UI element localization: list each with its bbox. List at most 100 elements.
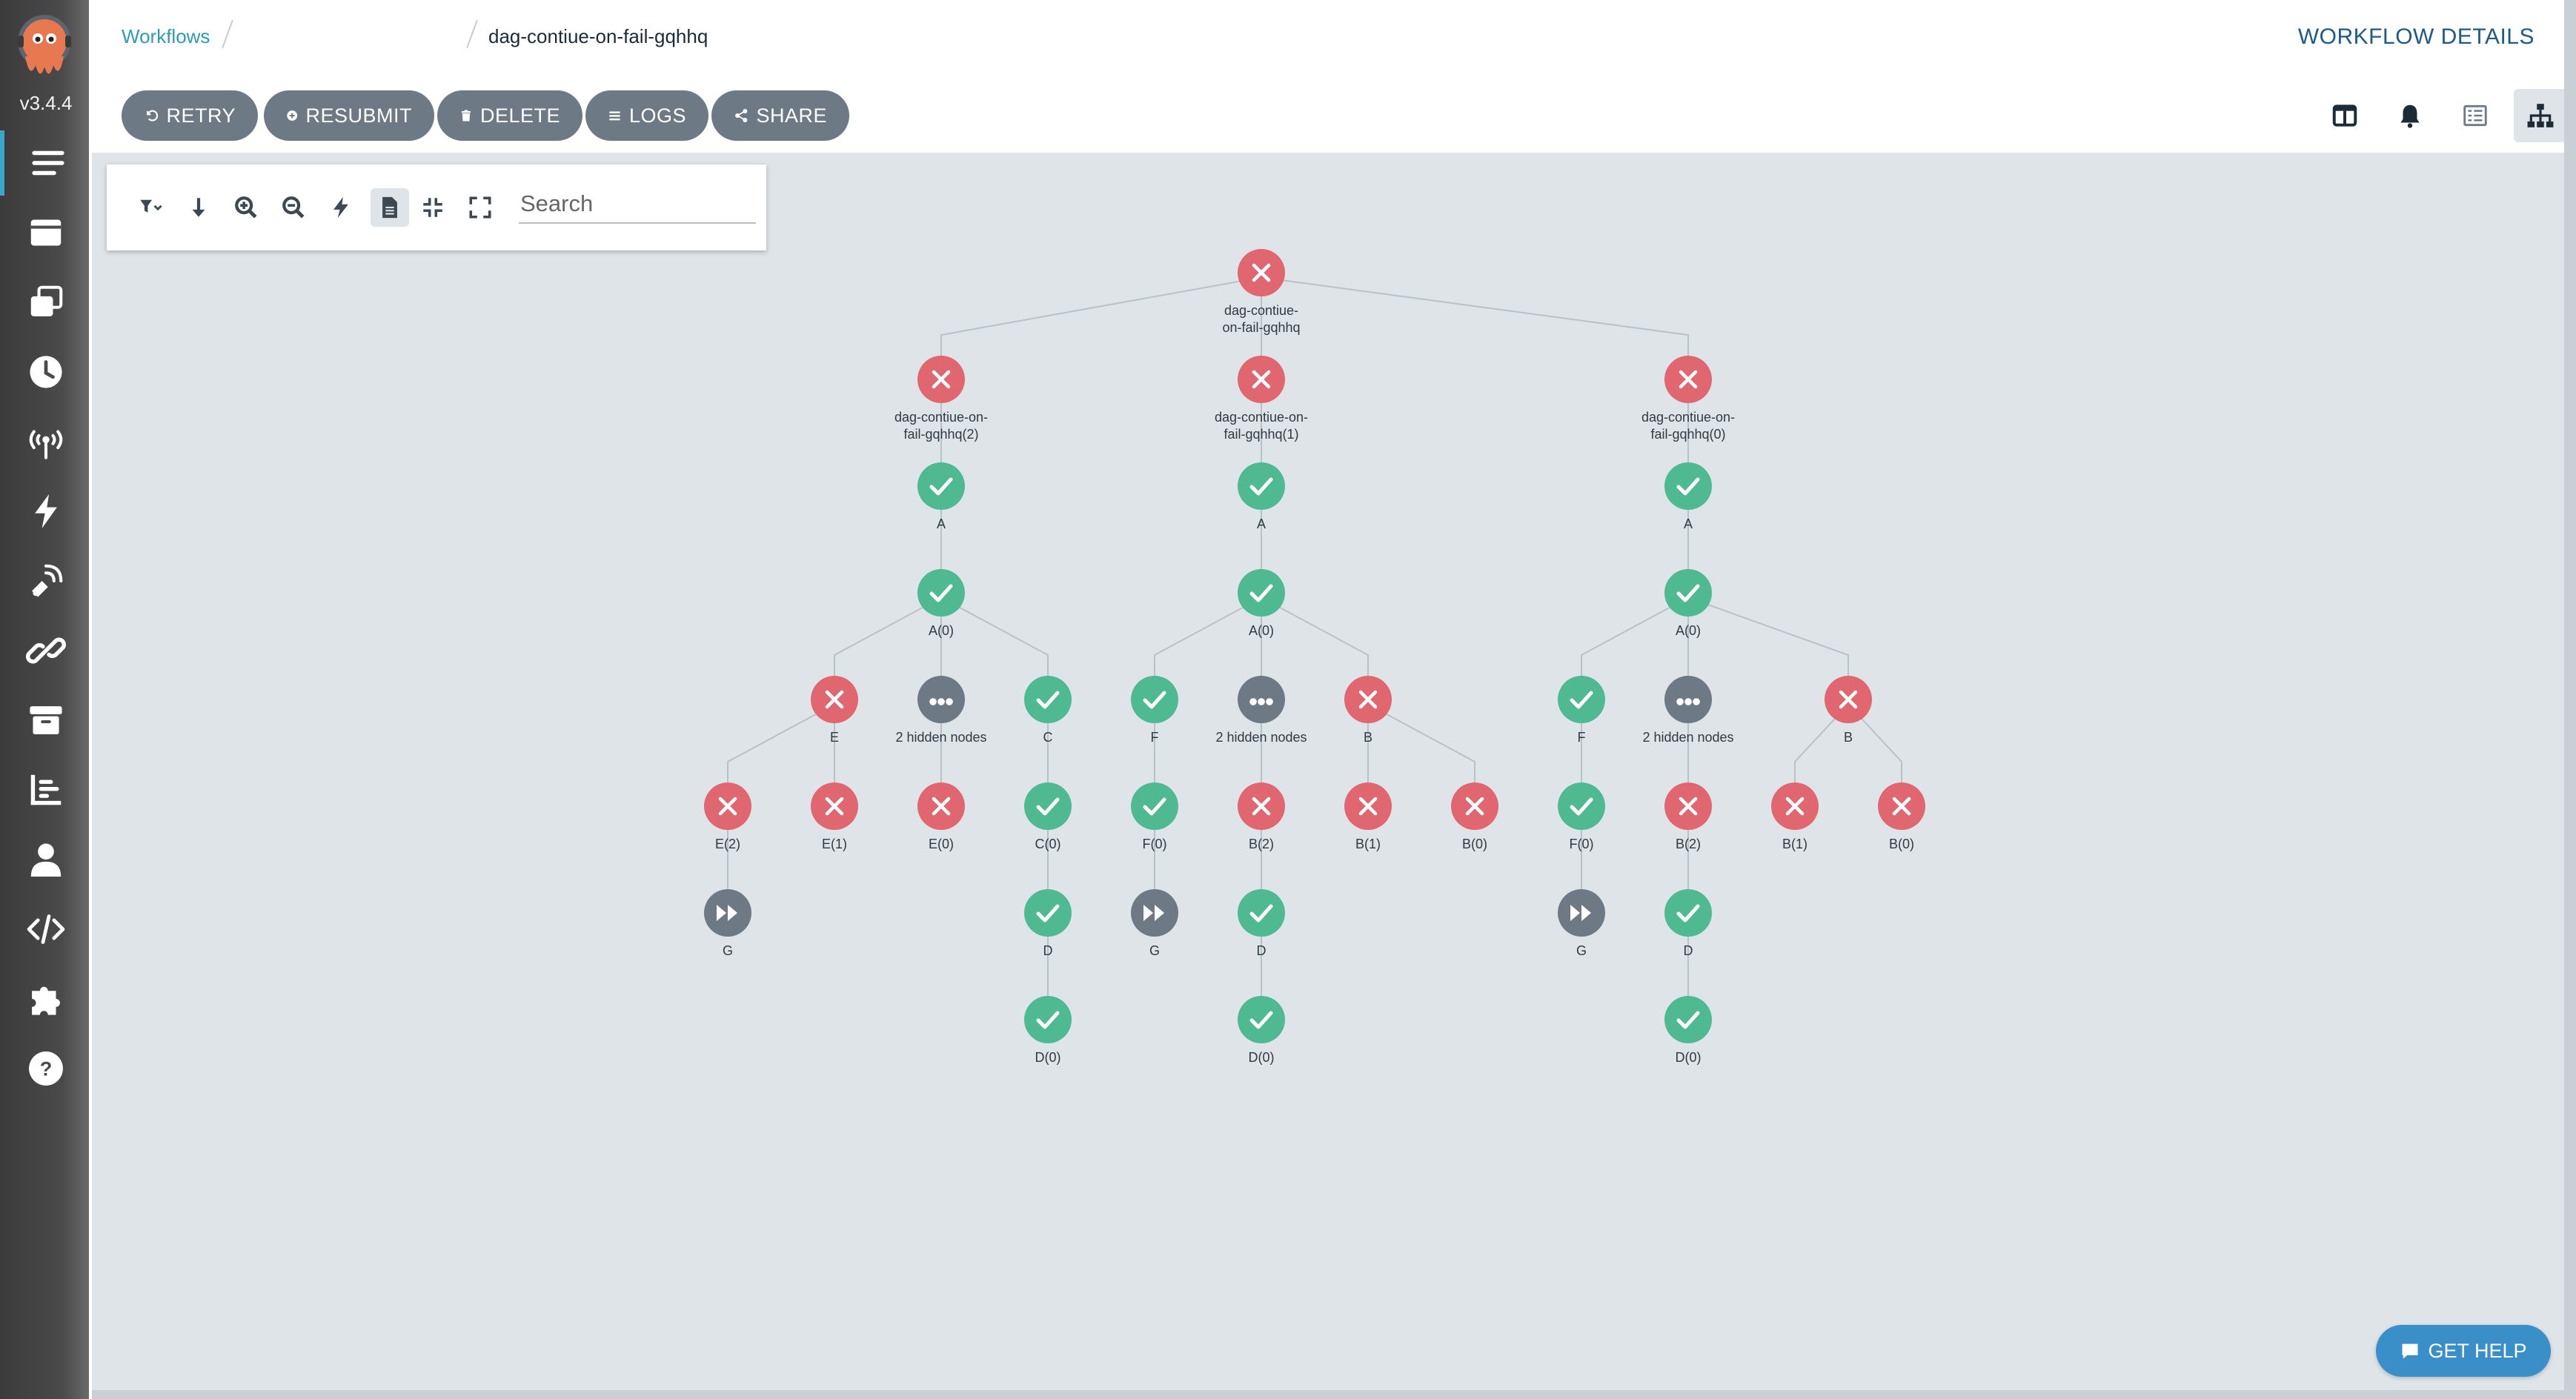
graph-node-label: A(0) (1249, 623, 1274, 638)
graph-node-f0[interactable]: F (1558, 676, 1605, 745)
graph-node-r2[interactable]: dag-contiue-on-fail-gqhhq(2) (894, 356, 988, 442)
graph-node-d1[interactable]: D (1238, 889, 1285, 958)
graph-node-label: F (1151, 730, 1159, 745)
succeeded-status-circle (917, 462, 965, 510)
graph-node-e22[interactable]: E(2) (704, 782, 751, 851)
artifacts-button[interactable] (371, 188, 409, 227)
compress-icon (423, 198, 442, 217)
graph-node-label: E(2) (715, 837, 740, 851)
graph-node-b0[interactable]: B (1825, 676, 1872, 745)
direction-button[interactable] (179, 188, 218, 227)
succeeded-status-circle (1024, 782, 1072, 830)
graph-node-a10[interactable]: A(0) (1238, 569, 1285, 638)
graph-node-b12[interactable]: B(2) (1238, 782, 1285, 851)
graph-options-panel (107, 165, 766, 250)
graph-node-a00[interactable]: A(0) (1664, 569, 1712, 638)
window-bottom-edge (92, 1390, 2576, 1399)
graph-node-label: D (1043, 943, 1053, 958)
graph-node-a1[interactable]: A (1238, 462, 1285, 531)
graph-node-b10[interactable]: B(0) (1451, 782, 1498, 851)
graph-node-h0[interactable]: 2 hidden nodes (1642, 676, 1734, 745)
zoom-out-button[interactable] (274, 188, 313, 227)
graph-node-c2[interactable]: C (1024, 676, 1072, 745)
succeeded-status-circle (1558, 782, 1605, 830)
graph-node-d10[interactable]: D(0) (1238, 996, 1285, 1065)
graph-node-a0[interactable]: A (1664, 462, 1712, 531)
graph-node-label: B (1364, 730, 1372, 745)
graph-node-label: D(0) (1035, 1050, 1061, 1065)
graph-node-label: A (1257, 516, 1266, 531)
graph-node-label: G (1576, 943, 1587, 958)
succeeded-status-circle (1238, 889, 1285, 937)
zoom-out-icon (282, 196, 305, 219)
graph-node-r0[interactable]: dag-contiue-on-fail-gqhhq(0) (1641, 356, 1735, 442)
filter-button[interactable] (129, 188, 173, 227)
graph-node-label: A(0) (1676, 623, 1701, 638)
graph-node-label: A (1684, 516, 1693, 531)
graph-node-d00[interactable]: D(0) (1664, 996, 1712, 1065)
succeeded-status-circle (1664, 462, 1712, 510)
graph-node-label: fail-gqhhq(2) (903, 427, 978, 442)
graph-node-b01[interactable]: B(1) (1771, 782, 1819, 851)
graph-edge (1687, 597, 1849, 676)
zoom-in-button[interactable] (227, 188, 265, 227)
graph-node-label: F(0) (1143, 837, 1167, 851)
graph-node-e2[interactable]: E (811, 676, 858, 745)
graph-node-d20[interactable]: D(0) (1024, 996, 1072, 1065)
succeeded-status-circle (1238, 569, 1285, 617)
graph-node-f1[interactable]: F (1131, 676, 1178, 745)
graph-node-c20[interactable]: C(0) (1024, 782, 1072, 851)
chat-icon (2402, 1343, 2418, 1359)
graph-node-label: B(0) (1889, 837, 1914, 851)
graph-node-b11[interactable]: B(1) (1344, 782, 1392, 851)
graph-node-e20[interactable]: E(0) (917, 782, 965, 851)
filter-icon (140, 199, 162, 213)
graph-node-label: B (1844, 730, 1853, 745)
graph-node-b02[interactable]: B(2) (1664, 782, 1712, 851)
graph-node-label: dag-contiue-on- (1215, 410, 1308, 425)
file-icon (382, 196, 397, 219)
graph-node-g1[interactable]: G (1131, 889, 1178, 958)
graph-node-label: A(0) (929, 623, 954, 638)
succeeded-status-circle (1664, 889, 1712, 937)
ellipsis-icon (929, 698, 953, 705)
graph-node-g0[interactable]: G (1558, 889, 1605, 958)
succeeded-status-circle (1131, 676, 1178, 723)
graph-node-g2[interactable]: G (704, 889, 751, 958)
graph-node-label: A (937, 516, 946, 531)
collapse-button[interactable] (414, 188, 452, 227)
succeeded-status-circle (1558, 676, 1605, 723)
succeeded-status-circle (1024, 676, 1072, 723)
graph-node-r1[interactable]: dag-contiue-on-fail-gqhhq(1) (1215, 356, 1308, 442)
graph-node-f10[interactable]: F(0) (1131, 782, 1178, 851)
graph-node-label: dag-contiue- (1224, 303, 1298, 318)
graph-node-label: E(1) (822, 837, 847, 851)
graph-search-input[interactable] (519, 185, 756, 224)
fast-render-button[interactable] (322, 188, 360, 227)
graph-node-a20[interactable]: A(0) (917, 569, 965, 638)
get-help-button[interactable]: GET HELP (2376, 1325, 2551, 1377)
succeeded-status-circle (917, 569, 965, 617)
graph-node-b1[interactable]: B (1344, 676, 1392, 745)
graph-node-label: G (723, 943, 733, 958)
graph-node-h2[interactable]: 2 hidden nodes (895, 676, 987, 745)
graph-node-label: E (830, 730, 839, 745)
graph-node-label: B(1) (1355, 837, 1381, 851)
graph-node-label: D (1684, 943, 1693, 958)
graph-node-d2[interactable]: D (1024, 889, 1072, 958)
graph-edge (940, 276, 1262, 356)
graph-node-label: fail-gqhhq(1) (1224, 427, 1298, 442)
graph-node-a2[interactable]: A (917, 462, 965, 531)
graph-node-e21[interactable]: E(1) (811, 782, 858, 851)
graph-node-h1[interactable]: 2 hidden nodes (1215, 676, 1307, 745)
graph-node-b00[interactable]: B(0) (1878, 782, 1925, 851)
graph-node-f00[interactable]: F(0) (1558, 782, 1605, 851)
graph-node-root[interactable]: dag-contiue-on-fail-gqhhq (1222, 249, 1301, 335)
zoom-in-icon (235, 196, 257, 219)
ellipsis-icon (1676, 698, 1700, 705)
graph-node-label: C (1043, 730, 1053, 745)
ellipsis-icon (1249, 698, 1273, 705)
graph-edge (1261, 276, 1689, 356)
expand-button[interactable] (461, 188, 499, 227)
graph-node-d0[interactable]: D (1664, 889, 1712, 958)
